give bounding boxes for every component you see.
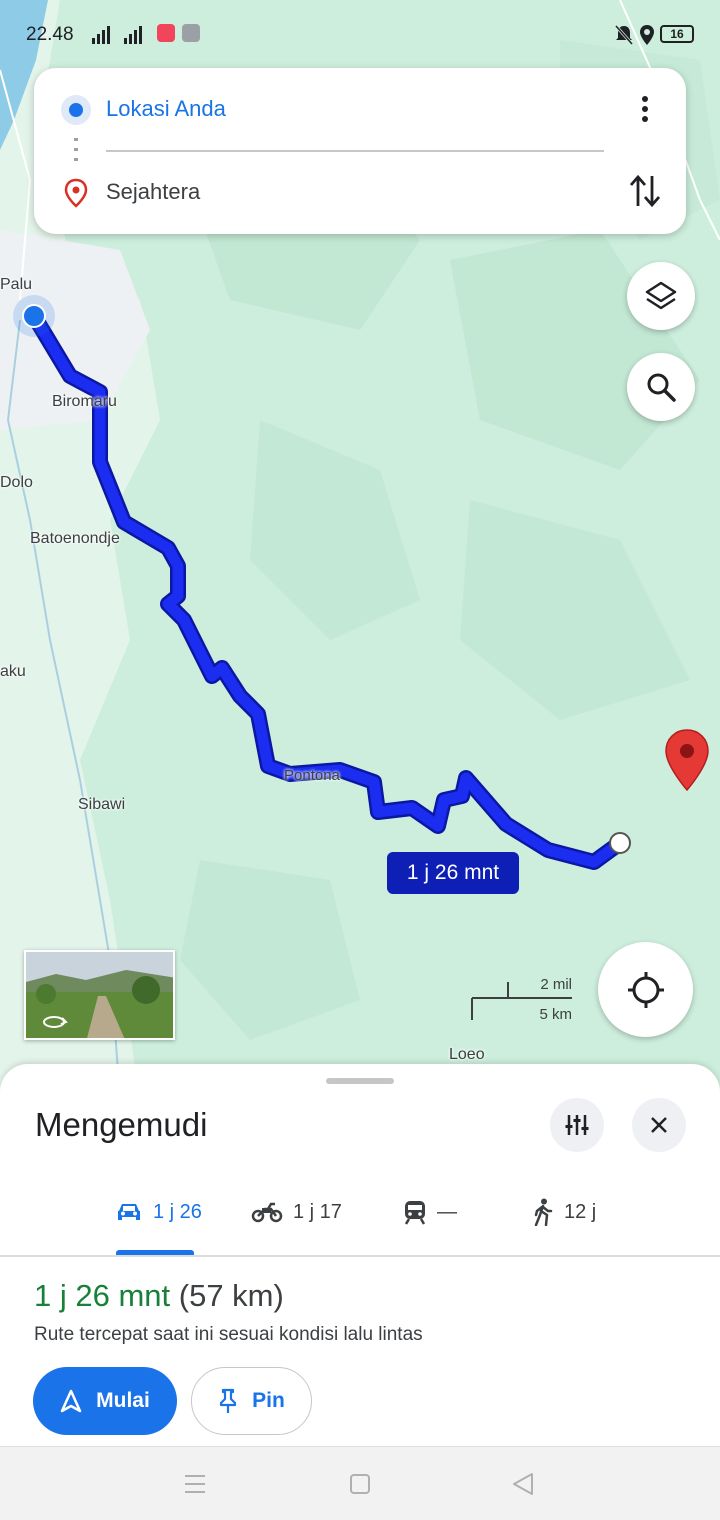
map-label-aku: aku <box>0 663 26 680</box>
status-bar: 22.48 16 <box>0 14 720 58</box>
crosshair-icon <box>627 971 664 1008</box>
tab-motorcycle-label: 1 j 17 <box>293 1200 342 1223</box>
walk-icon <box>534 1198 553 1226</box>
scale-imperial-label: 2 mil <box>540 976 572 993</box>
music-app-icon <box>157 24 175 42</box>
tab-transit-label: — <box>437 1200 457 1223</box>
map-scale: 2 mil 5 km <box>470 976 580 1026</box>
route-distance: (57 km) <box>178 1278 284 1313</box>
battery-icon: 16 <box>660 25 694 43</box>
map-label-batoenondje: Batoenondje <box>30 530 120 547</box>
motorcycle-icon <box>251 1202 283 1223</box>
search-button[interactable] <box>627 353 695 421</box>
route-eta-bubble[interactable]: 1 j 26 mnt <box>387 852 519 894</box>
close-button[interactable] <box>632 1098 686 1152</box>
location-icon <box>640 25 654 45</box>
car-icon <box>118 1204 140 1220</box>
system-nav-bar <box>0 1446 720 1520</box>
signal-icon <box>92 26 142 44</box>
more-options-icon[interactable] <box>632 94 658 124</box>
map-label-pontona: Pontona <box>284 767 340 784</box>
map-label-biromaru: Biromaru <box>52 393 117 410</box>
navigation-arrow-icon <box>60 1389 82 1413</box>
route-note: Rute tercepat saat ini sesuai kondisi la… <box>34 1324 423 1345</box>
street-view-thumbnail[interactable] <box>24 950 175 1040</box>
destination-field[interactable]: Sejahtera <box>106 179 200 205</box>
drag-handle[interactable] <box>326 1078 394 1084</box>
start-button-label: Mulai <box>96 1389 150 1412</box>
tab-walk[interactable]: 12 j <box>532 1194 596 1230</box>
map-label-palu: Palu <box>0 276 33 293</box>
tab-walk-label: 12 j <box>564 1200 597 1223</box>
menu-icon[interactable] <box>183 1473 207 1495</box>
tab-transit[interactable]: — <box>403 1194 457 1230</box>
map-label-loeo: Loeo <box>449 1046 485 1063</box>
dots-connector-icon <box>74 138 78 168</box>
train-icon <box>404 1201 426 1225</box>
sheet-title: Mengemudi <box>35 1106 208 1143</box>
tab-car-label: 1 j 26 <box>153 1200 202 1223</box>
pushpin-icon <box>220 1388 237 1413</box>
layers-app-icon <box>182 24 200 42</box>
start-button[interactable]: Mulai <box>33 1367 177 1435</box>
origin-dot-icon <box>61 95 91 125</box>
current-location-dot <box>13 295 55 337</box>
route-duration: 1 j 26 mnt <box>34 1278 171 1313</box>
route-card: Lokasi Anda Sejahtera <box>34 68 686 234</box>
layers-button[interactable] <box>627 262 695 330</box>
sliders-icon <box>565 1115 589 1135</box>
route-summary: 1 j 26 mnt (57 km) <box>34 1278 284 1314</box>
route-options-button[interactable] <box>550 1098 604 1152</box>
scale-metric-label: 5 km <box>539 1006 572 1023</box>
card-divider <box>106 150 604 152</box>
close-icon <box>651 1117 667 1133</box>
home-icon[interactable] <box>350 1474 370 1494</box>
tab-car[interactable]: 1 j 26 <box>115 1194 202 1230</box>
my-location-button[interactable] <box>598 942 693 1037</box>
map-label-sibawi: Sibawi <box>78 796 126 813</box>
route-end-marker <box>609 832 631 854</box>
search-icon <box>647 373 676 402</box>
map-label-dolo: Dolo <box>0 474 33 491</box>
destination-pin-small-icon <box>64 178 88 208</box>
status-time: 22.48 <box>26 24 74 45</box>
tab-motorcycle[interactable]: 1 j 17 <box>251 1194 342 1230</box>
back-icon[interactable] <box>511 1471 535 1497</box>
bell-off-icon <box>614 25 634 45</box>
layers-icon <box>645 281 677 310</box>
origin-field[interactable]: Lokasi Anda <box>106 96 226 122</box>
pin-button[interactable]: Pin <box>191 1367 312 1435</box>
swap-icon[interactable] <box>628 172 662 210</box>
pin-button-label: Pin <box>252 1389 285 1412</box>
tabs-divider <box>0 1255 720 1257</box>
